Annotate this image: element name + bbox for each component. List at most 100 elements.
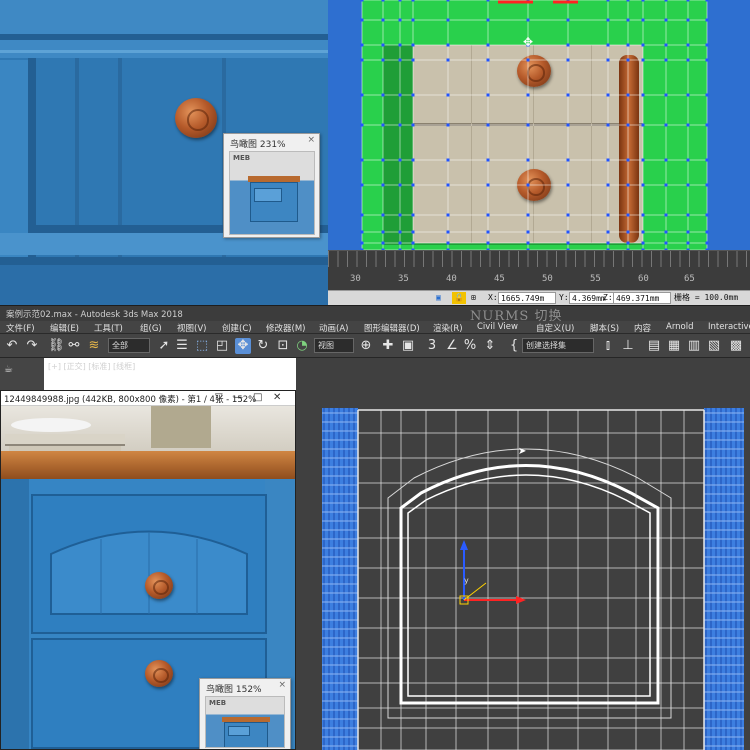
named-selection-dropdown[interactable]: 创建选择集	[522, 338, 594, 353]
uv-vertex	[486, 18, 490, 22]
menu-content[interactable]: 内容	[634, 322, 651, 334]
uv-vertex	[486, 43, 490, 47]
menu-tools[interactable]: 工具(T)	[94, 322, 123, 334]
ruler-tick: 40	[446, 274, 457, 284]
uv-vertex	[664, 93, 668, 97]
uv-vertex	[641, 0, 645, 2]
thumbnail-logo: MEB	[233, 154, 251, 162]
menu-group[interactable]: 组(G)	[140, 322, 162, 334]
scale-icon[interactable]: ⊡	[275, 338, 291, 354]
uv-editor-view[interactable]: ✥ 30 35 40 45 50 55 60 65	[328, 0, 750, 290]
undo-icon[interactable]: ↶	[4, 338, 20, 354]
edit-named-selection-icon[interactable]: {	[506, 338, 522, 354]
drawer-knob	[175, 98, 217, 138]
isolate-icon[interactable]: ▣	[436, 292, 441, 304]
absolute-mode-icon[interactable]: ⊞	[471, 292, 476, 304]
link-icon[interactable]: ⛓	[48, 338, 65, 354]
move-icon[interactable]: ✥	[235, 338, 251, 354]
menu-scripting[interactable]: 脚本(S)	[590, 322, 619, 334]
uv-vertex	[398, 93, 402, 97]
z-coordinate-field[interactable]: 469.371mm	[613, 292, 671, 304]
uv-vertex	[486, 230, 490, 234]
menu-views[interactable]: 视图(V)	[177, 322, 206, 334]
menu-interactive[interactable]: Interactive	[708, 322, 750, 332]
uv-vertex	[705, 18, 709, 22]
rect-selection-icon[interactable]: ⬚	[194, 338, 210, 354]
close-icon[interactable]: ×	[278, 680, 286, 690]
pivot-center-icon[interactable]: ⊕	[358, 338, 374, 354]
x-coordinate-field[interactable]: 1665.749m	[498, 292, 556, 304]
uv-vertex	[641, 158, 645, 162]
uv-vertex	[398, 230, 402, 234]
uv-vertex	[411, 93, 415, 97]
uv-vertex	[705, 0, 709, 2]
birdview-thumbnail[interactable]: MEB	[205, 696, 285, 748]
redo-icon[interactable]: ↷	[24, 338, 40, 354]
uv-vertex	[705, 93, 709, 97]
uv-vertex	[381, 0, 385, 2]
snaps-toggle-icon[interactable]: 3	[424, 338, 440, 354]
schematic-view-icon[interactable]: ▧	[706, 338, 722, 354]
window-crossing-icon[interactable]: ◰	[214, 338, 230, 354]
rotate-icon[interactable]: ↻	[255, 338, 271, 354]
uv-vertex	[686, 93, 690, 97]
curve-editor-icon[interactable]: ▥	[686, 338, 702, 354]
teapot-icon[interactable]: ☕	[4, 364, 13, 375]
toggle-ribbon-icon[interactable]: ▦	[666, 338, 682, 354]
reference-coordinate-dropdown[interactable]: 视图	[314, 338, 354, 353]
uv-vertex	[526, 18, 530, 22]
select-object-icon[interactable]: ➚	[156, 338, 172, 354]
birdview-popup: 鸟瞰图 152% × MEB	[199, 678, 291, 749]
close-icon[interactable]: ✕	[273, 392, 281, 403]
uv-vertex	[566, 158, 570, 162]
image-viewer-window[interactable]: 12449849988.jpg (442KB, 800x800 像素) - 第1…	[0, 390, 296, 750]
menu-file[interactable]: 文件(F)	[6, 322, 35, 334]
uv-vertex	[486, 183, 490, 187]
birdview-thumbnail[interactable]: MEB	[229, 151, 315, 235]
front-viewport[interactable]: y ➤	[296, 358, 750, 750]
uv-vertex	[446, 18, 450, 22]
door-panel-outline	[399, 464, 660, 705]
mirror-icon[interactable]: ⫾	[600, 338, 616, 354]
percent-snap-icon[interactable]: %	[462, 338, 478, 354]
align-icon[interactable]: ⊥	[620, 338, 636, 354]
select-manipulate-icon[interactable]: ✚	[380, 338, 396, 354]
select-by-name-icon[interactable]: ☰	[174, 338, 190, 354]
uv-vertex	[398, 43, 402, 47]
uv-vertex	[606, 43, 610, 47]
uv-vertex	[526, 58, 530, 62]
menu-animation[interactable]: 动画(A)	[319, 322, 348, 334]
menu-customize[interactable]: 自定义(U)	[536, 322, 574, 334]
maximize-icon[interactable]: □	[253, 392, 262, 403]
uv-vertex	[566, 93, 570, 97]
uv-ruler: 30 35 40 45 50 55 60 65	[328, 250, 750, 290]
bind-spacewarp-icon[interactable]: ≋	[86, 338, 102, 354]
angle-snap-icon[interactable]: ∠	[444, 338, 460, 354]
lock-icon[interactable]: 🔒	[452, 292, 466, 304]
menu-arnold[interactable]: Arnold	[666, 322, 694, 332]
menu-graph-editors[interactable]: 图形编辑器(D)	[364, 322, 420, 334]
spinner-snap-icon[interactable]: ⇕	[482, 338, 498, 354]
menu-edit[interactable]: 编辑(E)	[50, 322, 79, 334]
unlink-icon[interactable]: ⚯	[66, 338, 82, 354]
keyboard-shortcut-icon[interactable]: ▣	[400, 338, 416, 354]
filter-icon[interactable]: ▽	[215, 392, 223, 403]
minimize-icon[interactable]: —	[233, 392, 243, 403]
menu-modifiers[interactable]: 修改器(M)	[266, 322, 305, 334]
menu-create[interactable]: 创建(C)	[222, 322, 252, 334]
uv-wireframe	[360, 0, 709, 250]
placement-icon[interactable]: ◔	[294, 338, 310, 354]
uv-vertex	[606, 123, 610, 127]
uv-vertex	[626, 230, 630, 234]
uv-vertex	[705, 183, 709, 187]
selection-filter-dropdown[interactable]: 全部	[108, 338, 150, 353]
uv-vertex	[446, 123, 450, 127]
layer-explorer-icon[interactable]: ▤	[646, 338, 662, 354]
close-icon[interactable]: ×	[307, 135, 315, 145]
menu-rendering[interactable]: 渲染(R)	[433, 322, 463, 334]
menu-civil-view[interactable]: Civil View	[477, 322, 518, 332]
material-editor-icon[interactable]: ▩	[728, 338, 744, 354]
uv-vertex	[606, 18, 610, 22]
uv-vertex	[360, 43, 364, 47]
viewport-label[interactable]: [+] [正交] [标准] [线框]	[48, 361, 135, 372]
